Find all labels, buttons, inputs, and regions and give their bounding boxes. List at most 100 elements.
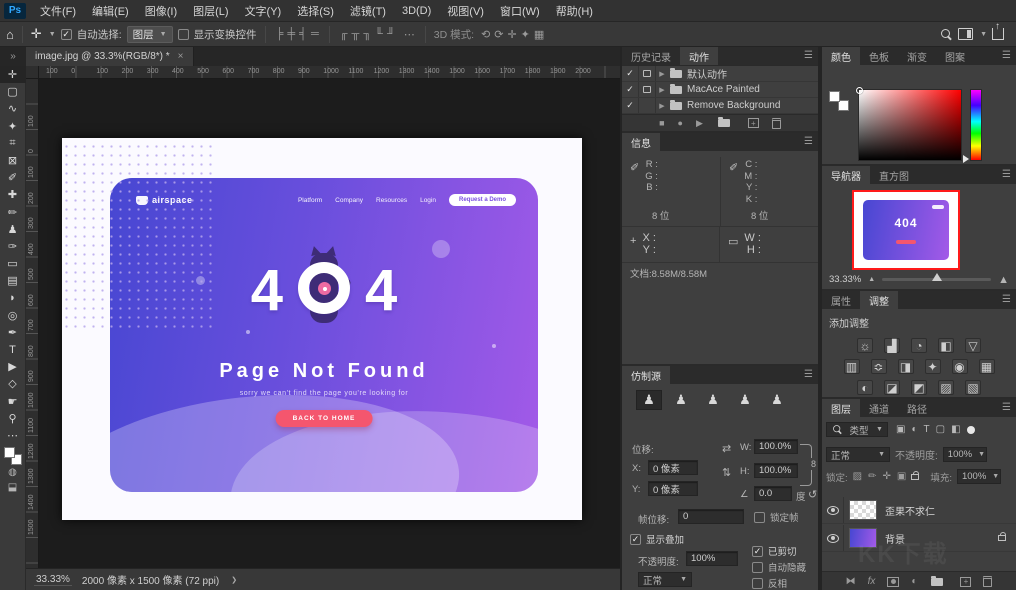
home-icon[interactable]: ⌂	[6, 27, 14, 42]
clone-source-slot-2[interactable]: ♟	[668, 390, 694, 410]
distribute-bottom-icon[interactable]: ╖	[361, 28, 373, 40]
visibility-eye-icon[interactable]	[827, 506, 839, 515]
record-icon[interactable]: ●	[678, 118, 683, 128]
clone-source-slot-3[interactable]: ♟	[700, 390, 726, 410]
navigator-thumbnail[interactable]: 404	[854, 192, 958, 268]
blend-mode-dropdown[interactable]: 正常▼	[826, 447, 890, 462]
blur-tool[interactable]: ◗	[0, 289, 26, 306]
foreground-color-swatch[interactable]	[829, 91, 840, 102]
frame-offset-field[interactable]: 0	[678, 509, 744, 524]
layer-name[interactable]: 歪果不求仁	[885, 503, 935, 518]
levels-icon[interactable]: ▟	[884, 338, 900, 353]
overlay-blend-dropdown[interactable]: 正常▼	[638, 572, 692, 587]
distribute-top-icon[interactable]: ╓	[338, 28, 350, 40]
action-row[interactable]: ✓▶Remove Background	[622, 98, 818, 114]
overlay-opacity-field[interactable]: 100%	[686, 551, 738, 566]
distribute-left-icon[interactable]: ╙	[373, 28, 385, 40]
navigator-zoom-field[interactable]: 33.33%	[829, 274, 861, 285]
zoom-tool[interactable]: ⚲	[0, 410, 26, 427]
brightness-contrast-icon[interactable]: ☼	[857, 338, 873, 353]
action-check[interactable]: ✓	[622, 98, 639, 113]
show-overlay-checkbox[interactable]	[630, 534, 641, 545]
eraser-tool[interactable]: ▭	[0, 255, 26, 272]
adjustment-layer-icon[interactable]: ◐	[911, 576, 917, 587]
tab-nav-0[interactable]: 导航器	[822, 166, 870, 184]
zoom-out-icon[interactable]: ▲	[868, 276, 875, 283]
auto-select-checkbox[interactable]	[61, 29, 72, 40]
3d-scale-icon[interactable]: ▦	[532, 28, 546, 41]
layer-thumbnail[interactable]	[849, 500, 877, 520]
pen-tool[interactable]: ✒	[0, 324, 26, 341]
magic-wand-tool[interactable]: ✦	[0, 118, 26, 135]
saturation-brightness-field[interactable]	[858, 89, 962, 161]
clone-source-slot-4[interactable]: ♟	[732, 390, 758, 410]
share-icon[interactable]	[992, 28, 1004, 40]
tab-color-2[interactable]: 渐变	[898, 47, 936, 65]
invert-checkbox[interactable]	[752, 578, 763, 589]
tab-actions-1[interactable]: 动作	[680, 47, 718, 65]
action-dialog-toggle[interactable]	[639, 98, 656, 113]
status-chevron-icon[interactable]: ❯	[231, 576, 237, 584]
quick-mask-icon[interactable]: ◍	[0, 465, 26, 480]
play-icon[interactable]: ▶	[696, 118, 703, 129]
layer-row[interactable]: 歪果不求仁	[822, 497, 1016, 524]
expand-icon[interactable]: ▶	[656, 70, 668, 78]
lock-move-icon[interactable]: ✛	[882, 471, 890, 482]
document-tab[interactable]: image.jpg @ 33.3%(RGB/8*) * ×	[26, 47, 194, 66]
delete-icon[interactable]	[772, 118, 781, 129]
curves-icon[interactable]: ◔	[911, 338, 927, 353]
bit-depth[interactable]: 8 位	[622, 207, 720, 226]
menu-3DD[interactable]: 3D(D)	[394, 0, 439, 22]
menu-L[interactable]: 图层(L)	[185, 0, 236, 22]
clone-source-slot-1[interactable]: ♟	[636, 390, 662, 410]
menu-T[interactable]: 滤镜(T)	[342, 0, 394, 22]
color-swatches[interactable]	[4, 447, 22, 465]
healing-brush-tool[interactable]: ✚	[0, 186, 26, 203]
menu-F[interactable]: 文件(F)	[32, 0, 84, 22]
gradient-tool[interactable]: ▤	[0, 272, 26, 289]
action-row[interactable]: ✓▶默认动作	[622, 66, 818, 82]
menu-V[interactable]: 视图(V)	[439, 0, 492, 22]
lock-artboard-icon[interactable]: ▣	[897, 471, 906, 482]
filter-adjustment-icon[interactable]: ◐	[911, 424, 917, 435]
hue-slider-handle[interactable]	[963, 155, 969, 163]
gradient-map-icon[interactable]: ▨	[938, 380, 954, 395]
menu-H[interactable]: 帮助(H)	[548, 0, 601, 22]
color-lookup-icon[interactable]: ▦	[979, 359, 995, 374]
menu-W[interactable]: 窗口(W)	[492, 0, 548, 22]
clone-y-field[interactable]: 0 像素	[648, 481, 698, 496]
tab-color-3[interactable]: 图案	[936, 47, 974, 65]
new-set-icon[interactable]	[718, 119, 730, 127]
tab-color-1[interactable]: 色板	[860, 47, 898, 65]
align-left-icon[interactable]: ╞	[274, 28, 286, 40]
move-tool-option-icon[interactable]: ✛	[31, 26, 42, 42]
screen-mode-icon[interactable]: ⬓	[0, 480, 26, 495]
layer-filter-dropdown[interactable]: 类型▼	[826, 422, 888, 437]
panel-menu-icon[interactable]: ☰	[1002, 50, 1011, 61]
3d-roll-icon[interactable]: ⟳	[492, 28, 505, 41]
more-options-icon[interactable]: ⋯	[402, 28, 417, 41]
menu-I[interactable]: 图像(I)	[137, 0, 185, 22]
selective-color-icon[interactable]: ▧	[965, 380, 981, 395]
ps-logo-icon[interactable]: Ps	[4, 3, 26, 19]
link-layers-icon[interactable]: ⧓	[846, 576, 856, 587]
layer-effects-icon[interactable]: fx	[868, 576, 876, 587]
exposure-icon[interactable]: ◧	[938, 338, 954, 353]
layer-name[interactable]: 背景	[885, 531, 905, 546]
panel-menu-icon[interactable]: ☰	[1002, 294, 1011, 305]
filter-type-icon[interactable]: T	[924, 424, 930, 435]
action-check[interactable]: ✓	[622, 82, 639, 97]
show-transform-checkbox[interactable]	[178, 29, 189, 40]
layer-row[interactable]: 背景	[822, 525, 1016, 552]
distribute-right-icon[interactable]: ╜	[385, 28, 397, 40]
tab-layers-2[interactable]: 路径	[898, 399, 936, 417]
action-dialog-toggle[interactable]	[639, 82, 656, 97]
delete-layer-icon[interactable]	[983, 576, 992, 587]
tab-nav-1[interactable]: 直方图	[870, 166, 918, 184]
zoom-slider[interactable]	[882, 278, 991, 281]
panel-menu-icon[interactable]: ☰	[804, 369, 813, 380]
clone-source-slot-5[interactable]: ♟	[764, 390, 790, 410]
dodge-tool[interactable]: ◎	[0, 307, 26, 324]
lasso-tool[interactable]: ∿	[0, 100, 26, 117]
more-tools[interactable]: ⋯	[0, 427, 26, 444]
